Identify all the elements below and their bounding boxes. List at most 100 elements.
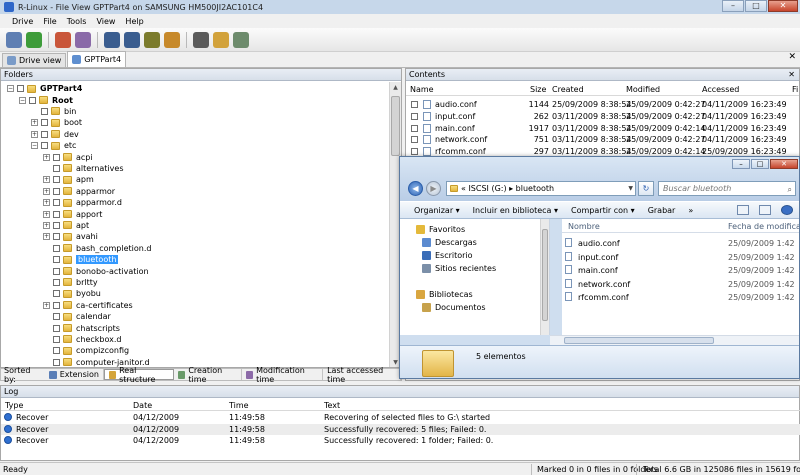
expand-icon[interactable]: +: [43, 210, 50, 218]
checkbox[interactable]: [41, 130, 48, 138]
checkbox[interactable]: [53, 267, 60, 275]
checkbox[interactable]: [53, 210, 60, 218]
tree-item[interactable]: checkbox.d: [43, 334, 122, 345]
checkbox[interactable]: [41, 142, 48, 150]
file-row[interactable]: audio.conf 1144 25/09/2009 8:38:54 25/09/20…: [406, 98, 799, 110]
scan-icon[interactable]: [55, 31, 71, 48]
log-col-type[interactable]: Type: [5, 401, 23, 410]
checkbox[interactable]: [411, 101, 418, 108]
explorer-minimize-button[interactable]: –: [732, 159, 750, 169]
tree-item[interactable]: + apt: [43, 220, 89, 231]
nav-item[interactable]: Sitios recientes: [422, 262, 496, 275]
search-icon[interactable]: ⌕: [788, 183, 792, 196]
log-col-time[interactable]: Time: [229, 401, 249, 410]
log-col-text[interactable]: Text: [324, 401, 340, 410]
collapse-icon[interactable]: −: [19, 96, 26, 104]
col-extra[interactable]: Fi: [792, 85, 798, 94]
menu-tools[interactable]: Tools: [67, 17, 87, 26]
expand-icon[interactable]: +: [43, 221, 50, 229]
nav-item[interactable]: Bibliotecas: [416, 288, 473, 301]
explorer-file-row[interactable]: audio.conf 25/09/2009 1:42: [562, 236, 799, 249]
expand-icon[interactable]: +: [43, 301, 50, 309]
disk-map-icon[interactable]: [6, 31, 22, 48]
file-row[interactable]: input.conf 262 03/11/2009 8:38:54 25/09/200…: [406, 110, 799, 122]
maximize-button[interactable]: □: [745, 0, 767, 12]
checkbox[interactable]: [53, 313, 60, 321]
hscrollbar-thumb[interactable]: [564, 337, 714, 344]
nav-scrollbar[interactable]: [540, 219, 549, 335]
address-bar[interactable]: « ISCSI (G:) ▸ bluetooth ▼: [446, 181, 636, 196]
checkbox[interactable]: [53, 278, 60, 286]
nav-item[interactable]: Escritorio: [422, 249, 473, 262]
close-contents-icon[interactable]: ✕: [788, 70, 795, 79]
close-button[interactable]: ✕: [768, 0, 798, 12]
chevron-down-icon[interactable]: ▼: [628, 185, 633, 192]
tree-item[interactable]: + apparmor.d: [43, 197, 122, 208]
checkbox[interactable]: [53, 301, 60, 309]
explorer-file-row[interactable]: main.conf 25/09/2009 1:42: [562, 263, 799, 276]
refresh-icon[interactable]: [26, 31, 42, 48]
file-recover-icon[interactable]: [75, 31, 91, 48]
search-input[interactable]: Buscar bluetooth ⌕: [658, 181, 796, 196]
tree-item[interactable]: − Root: [19, 94, 73, 105]
checkbox[interactable]: [53, 233, 60, 241]
include-library-button[interactable]: Incluir en biblioteca ▾: [473, 206, 558, 215]
explorer-file-row[interactable]: input.conf 25/09/2009 1:42: [562, 250, 799, 263]
close-tab-icon[interactable]: ✕: [788, 52, 796, 62]
checkbox[interactable]: [411, 148, 418, 156]
scroll-up-icon[interactable]: ▲: [390, 82, 401, 93]
collapse-icon[interactable]: −: [7, 85, 14, 93]
tree-item[interactable]: + acpi: [43, 151, 93, 162]
expand-icon[interactable]: +: [43, 233, 50, 241]
find-icon[interactable]: [144, 31, 160, 48]
tree-item[interactable]: − GPTPart4: [7, 83, 82, 94]
col-modified[interactable]: Modified: [626, 85, 660, 94]
help-icon[interactable]: [781, 205, 793, 215]
expand-icon[interactable]: +: [31, 119, 38, 127]
open-folder-icon[interactable]: [213, 31, 229, 48]
checkbox[interactable]: [53, 153, 60, 161]
checkbox[interactable]: [53, 199, 60, 207]
tree-item[interactable]: bash_completion.d: [43, 243, 151, 254]
sort-option[interactable]: Modification time: [242, 366, 324, 384]
expand-icon[interactable]: +: [43, 176, 50, 184]
file-row[interactable]: main.conf 1917 03/11/2009 8:38:54 25/09/200…: [406, 122, 799, 134]
tree-item[interactable]: + boot: [31, 117, 82, 128]
nav-scrollbar-thumb[interactable]: [542, 229, 548, 321]
checkbox[interactable]: [53, 347, 60, 355]
checkbox[interactable]: [41, 107, 48, 115]
tree-item[interactable]: + dev: [31, 129, 79, 140]
menu-help[interactable]: Help: [125, 17, 143, 26]
tree-item[interactable]: byobu: [43, 288, 101, 299]
explorer-close-button[interactable]: ✕: [770, 159, 798, 169]
sort-option[interactable]: Last accessed time: [323, 366, 401, 384]
expand-icon[interactable]: +: [43, 199, 50, 207]
checkbox[interactable]: [411, 112, 418, 120]
checkbox[interactable]: [53, 324, 60, 332]
checkbox[interactable]: [17, 85, 24, 93]
checkbox[interactable]: [53, 244, 60, 252]
log-row[interactable]: Recover 04/12/2009 11:49:58 Successfully re…: [1, 435, 800, 446]
expand-icon[interactable]: +: [31, 130, 38, 138]
checkbox[interactable]: [411, 124, 418, 132]
more-commands-button[interactable]: »: [688, 206, 693, 215]
refresh-button[interactable]: ↻: [638, 181, 654, 196]
bookmark-icon[interactable]: [164, 31, 180, 48]
checkbox[interactable]: [53, 290, 60, 298]
tree-item[interactable]: brltty: [43, 277, 98, 288]
expand-icon[interactable]: +: [43, 153, 50, 161]
burn-button[interactable]: Grabar: [648, 206, 676, 215]
checkbox[interactable]: [53, 358, 60, 366]
explorer-maximize-button[interactable]: □: [751, 159, 769, 169]
tree-item[interactable]: calendar: [43, 311, 111, 322]
col-nombre[interactable]: Nombre: [568, 222, 600, 231]
tree-item[interactable]: + apm: [43, 174, 94, 185]
tab-gptpart4[interactable]: GPTPart4: [67, 51, 127, 67]
checkbox[interactable]: [53, 221, 60, 229]
col-name[interactable]: Name: [410, 85, 434, 94]
explorer-file-row[interactable]: network.conf 25/09/2009 1:42: [562, 277, 799, 290]
checkbox[interactable]: [53, 176, 60, 184]
minimize-button[interactable]: –: [722, 0, 744, 12]
tree-item[interactable]: + avahi: [43, 231, 98, 242]
collapse-icon[interactable]: −: [31, 142, 38, 150]
